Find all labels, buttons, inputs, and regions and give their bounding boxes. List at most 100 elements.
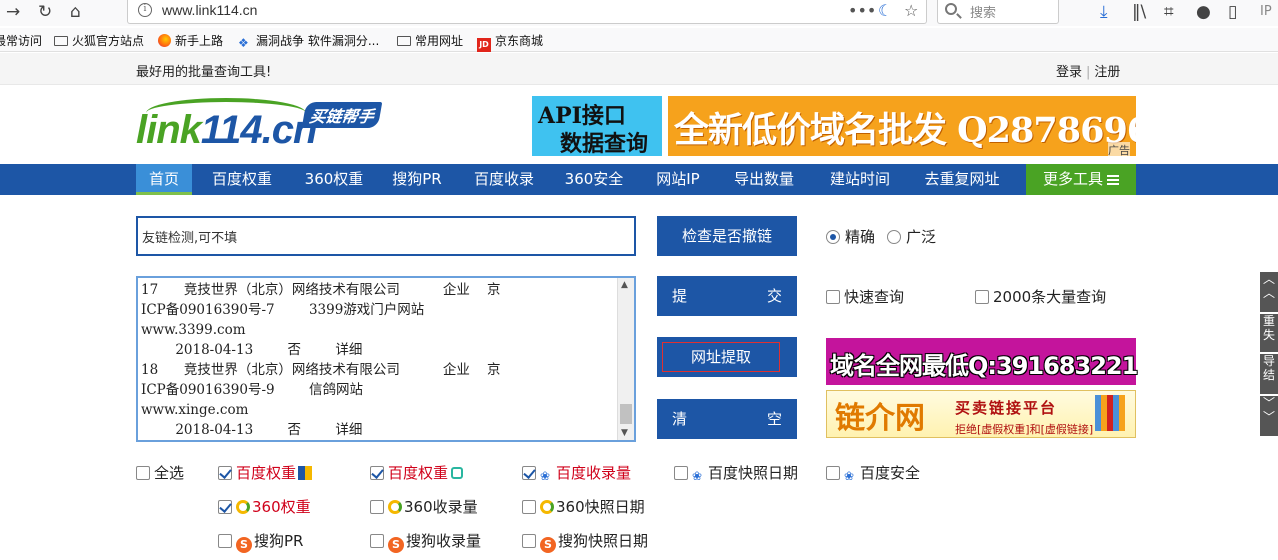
crop-icon[interactable]: ⌗ <box>1164 2 1174 22</box>
tracking-icon[interactable]: ☾ <box>878 1 892 20</box>
sidebar-icon[interactable]: ▯ <box>1228 2 1237 22</box>
nav-more-tools[interactable]: 更多工具 <box>1026 164 1136 195</box>
scroll-down-icon[interactable]: ▼ <box>621 428 628 438</box>
address-bar[interactable]: i www.link114.cn ••• ☾ ☆ <box>127 0 927 24</box>
browser-toolbar: → ↻ ⌂ i www.link114.cn ••• ☾ ☆ 搜索 ⤓ ‖\ ⌗… <box>0 0 1278 26</box>
nav-build-time[interactable]: 建站时间 <box>822 164 898 195</box>
checkbox-fast-query[interactable]: 快速查询 <box>826 286 904 307</box>
url-textarea[interactable]: 17 竞技世界（北京）网络技术有限公司 企业 京 ICP备09016390号-7 … <box>136 276 636 442</box>
submit-button[interactable]: 提 交 <box>657 276 797 316</box>
bookmark-vuln-war[interactable]: ❖ 漏洞战争 软件漏洞分... <box>238 32 379 50</box>
checkbox-baidu-snapshot[interactable]: ❀ 百度快照日期 <box>674 462 798 483</box>
radio-broad[interactable]: 广泛 <box>887 226 936 247</box>
bookmark-getting-started[interactable]: 新手上路 <box>158 32 223 49</box>
nav-home[interactable]: 首页 <box>136 164 192 195</box>
baidu-paw-icon: ❀ <box>692 469 703 483</box>
nav-sogou-pr[interactable]: 搜狗PR <box>384 164 450 195</box>
checkbox-icon <box>370 500 384 514</box>
side-scroll-bottom-icon[interactable]: ﹀ ﹀ <box>1260 396 1278 436</box>
extract-urls-button[interactable]: 网址提取 <box>657 337 797 377</box>
checkbox-baidu-index[interactable]: ❀ 百度收录量 <box>522 462 631 483</box>
checkbox-baidu-weight[interactable]: 百度权重 <box>218 462 313 483</box>
site-topbar: 最好用的批量查询工具! 登录 | 注册 <box>0 53 1278 85</box>
firefox-icon <box>158 34 171 47</box>
folder-icon <box>54 36 68 46</box>
chat-icon[interactable]: ● <box>1196 2 1211 22</box>
checkbox-icon <box>522 500 536 514</box>
textarea-scrollbar[interactable]: ▲ ▼ <box>617 278 634 440</box>
checkbox-360-weight[interactable]: 360权重 <box>218 496 311 517</box>
main-nav: 首页 百度权重 360权重 搜狗PR 百度收录 360安全 网站IP 导出数量 … <box>0 164 1278 195</box>
nav-dedupe-urls[interactable]: 去重复网址 <box>914 164 1010 195</box>
nav-360-weight[interactable]: 360权重 <box>296 164 372 195</box>
clear-button[interactable]: 清 空 <box>657 399 797 439</box>
checkbox-360-index[interactable]: 360收录量 <box>370 496 478 517</box>
slogan: 最好用的批量查询工具! <box>136 65 272 80</box>
checkbox-baidu-safe[interactable]: ❀ 百度安全 <box>826 462 920 483</box>
home-icon[interactable]: ⌂ <box>70 2 81 22</box>
checkbox-icon <box>826 290 840 304</box>
search-bar[interactable]: 搜索 <box>937 0 1059 24</box>
checkbox-icon <box>826 466 840 480</box>
ad-domain-banner[interactable]: 全新低价域名批发 Q2878696 <box>668 96 1136 156</box>
side-tab-1[interactable]: 重失 <box>1260 314 1278 352</box>
checkbox-select-all[interactable]: 全选 <box>136 462 184 483</box>
ip-icon[interactable]: IP <box>1260 2 1272 22</box>
info-icon[interactable]: i <box>138 3 152 17</box>
checkbox-icon <box>975 290 989 304</box>
bookmark-star-icon[interactable]: ☆ <box>904 1 918 20</box>
nav-export-count[interactable]: 导出数量 <box>726 164 802 195</box>
checkbox-icon <box>370 466 384 480</box>
nav-site-ip[interactable]: 网站IP <box>645 164 711 195</box>
checkbox-icon <box>136 466 150 480</box>
register-link[interactable]: 注册 <box>1094 65 1120 80</box>
download-icon[interactable]: ⤓ <box>1100 2 1108 22</box>
ad-api-banner[interactable]: API接口 数据查询 <box>532 96 662 157</box>
scroll-up-icon[interactable]: ▲ <box>621 280 628 290</box>
nav-baidu-weight[interactable]: 百度权重 <box>203 164 281 195</box>
reload-icon[interactable]: ↻ <box>38 2 52 22</box>
library-icon[interactable]: ‖\ <box>1132 2 1146 22</box>
checkbox-baidu-weight-2[interactable]: 百度权重 <box>370 462 464 483</box>
checkbox-icon <box>218 466 232 480</box>
360-icon <box>540 500 554 514</box>
checkbox-360-snapshot[interactable]: 360快照日期 <box>522 496 645 517</box>
radio-exact[interactable]: 精确 <box>826 226 875 247</box>
bookmark-common-sites[interactable]: 常用网址 <box>397 32 463 49</box>
sogou-icon: S <box>540 537 556 553</box>
bookmark-firefox-official[interactable]: 火狐官方站点 <box>54 32 144 49</box>
360-icon <box>236 500 250 514</box>
radio-icon <box>887 230 901 244</box>
site-logo[interactable]: link114.cn 买链帮手 <box>136 96 386 156</box>
checkbox-icon <box>522 466 536 480</box>
bookmark-most-visited[interactable]: 最常访问 <box>0 32 42 49</box>
bookmark-jd[interactable]: JD 京东商城 <box>477 32 543 52</box>
side-tab-2[interactable]: 导结 <box>1260 354 1278 394</box>
page-actions-icon[interactable]: ••• <box>848 1 876 20</box>
login-link[interactable]: 登录 <box>1056 65 1082 80</box>
nav-360-safe[interactable]: 360安全 <box>558 164 630 195</box>
check-unlink-button[interactable]: 检查是否撤链 <box>657 216 797 256</box>
ad-domain-qq-banner[interactable]: 域名全网最低Q:391683221 <box>826 338 1138 385</box>
jd-icon: JD <box>477 38 491 52</box>
checkbox-icon <box>674 466 688 480</box>
baidu-paw-icon: ❀ <box>540 469 551 483</box>
side-scroll-top-icon[interactable]: ︿ ︿ <box>1260 272 1278 312</box>
search-icon <box>945 3 957 15</box>
ad-lianjie-graphic <box>1095 395 1125 431</box>
scrollbar-thumb[interactable] <box>620 404 632 424</box>
checkbox-sogou-snapshot[interactable]: S 搜狗快照日期 <box>522 530 648 553</box>
ad-label: 广告 <box>1108 142 1130 158</box>
aizhan-icon <box>451 467 464 479</box>
checkbox-bulk-query[interactable]: 2000条大量查询 <box>975 286 1106 307</box>
checkbox-sogou-pr[interactable]: S 搜狗PR <box>218 530 303 553</box>
checkbox-sogou-index[interactable]: S 搜狗收录量 <box>370 530 481 553</box>
nav-baidu-index[interactable]: 百度收录 <box>465 164 543 195</box>
url-text[interactable]: www.link114.cn <box>162 2 257 18</box>
ad-lianjie-banner[interactable]: 链介网 买卖链接平台 拒绝[虚假权重]和[虚假链接] <box>826 390 1136 438</box>
forward-icon[interactable]: → <box>6 2 20 22</box>
radio-icon <box>826 230 840 244</box>
logo-text: link114.cn <box>136 108 317 152</box>
url-textarea-content: 17 竞技世界（北京）网络技术有限公司 企业 京 ICP备09016390号-7 … <box>141 282 501 438</box>
friend-link-input[interactable] <box>136 216 636 256</box>
